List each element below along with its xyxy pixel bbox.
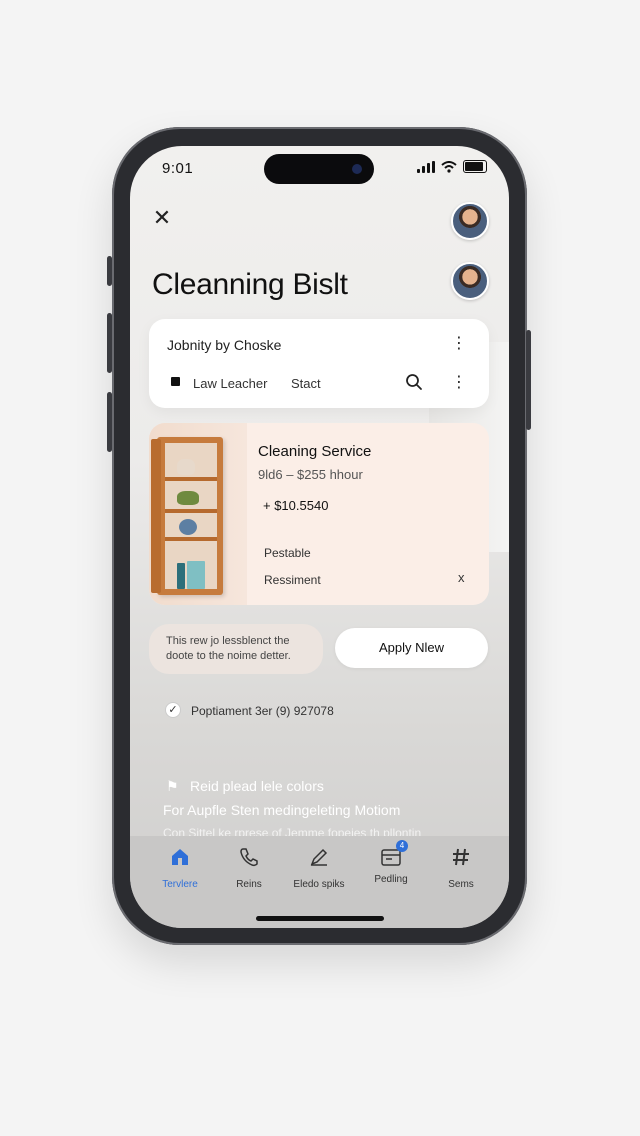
tab-home[interactable]: Tervlere bbox=[145, 846, 215, 890]
filter-square-icon bbox=[171, 377, 180, 386]
apply-now-button[interactable]: Apply Nlew bbox=[335, 628, 488, 668]
hash-icon bbox=[453, 848, 469, 866]
filter-more-icon[interactable]: ⋮ bbox=[451, 375, 467, 391]
signal-icon bbox=[417, 160, 435, 173]
info-note-line-1: This rew jo lessblenct the bbox=[166, 635, 290, 647]
promo-line-2: For Aupfle Sten medingeleting Motiom bbox=[163, 802, 401, 818]
info-note-line-2: doote to the noime detter. bbox=[166, 650, 291, 662]
service-title: Cleaning Service bbox=[258, 443, 372, 460]
silent-switch bbox=[107, 256, 112, 286]
status-time: 9:01 bbox=[162, 160, 194, 177]
tab-eledo-spiks[interactable]: Eledo spiks bbox=[284, 846, 354, 890]
home-indicator[interactable] bbox=[256, 916, 384, 921]
tab-reins[interactable]: Reins bbox=[214, 846, 284, 890]
close-icon[interactable]: ✕ bbox=[150, 206, 174, 230]
search-card: Jobnity by Choske ⋮ Law Leacher Stact ⋮ bbox=[149, 319, 489, 408]
avatar[interactable] bbox=[451, 202, 489, 240]
camera-icon bbox=[352, 164, 362, 174]
tab-label: Eledo spiks bbox=[293, 879, 345, 890]
wifi-icon bbox=[441, 160, 457, 173]
check-icon: ✓ bbox=[165, 702, 181, 718]
status-icons bbox=[417, 160, 487, 173]
tab-label: Reins bbox=[236, 879, 262, 890]
phone-icon bbox=[240, 848, 258, 867]
dismiss-icon[interactable]: x bbox=[458, 570, 465, 585]
search-card-title: Jobnity by Choske bbox=[167, 337, 282, 353]
info-note: This rew jo lessblenct the doote to the … bbox=[149, 624, 323, 674]
promo-line-1: Reid plead lele colors bbox=[190, 778, 324, 794]
service-detail-pestable: Pestable bbox=[264, 546, 311, 560]
tab-label: Pedling bbox=[374, 874, 408, 885]
service-rate: 9ld6 – $255 hhour bbox=[258, 467, 363, 482]
more-icon[interactable]: ⋮ bbox=[451, 336, 467, 352]
tab-label: Tervlere bbox=[162, 879, 198, 890]
service-price: + $10.5540 bbox=[263, 498, 329, 513]
volume-up-button bbox=[107, 313, 112, 373]
page-title: Cleanning Bislt bbox=[152, 268, 348, 301]
filter-stact[interactable]: Stact bbox=[291, 376, 321, 391]
tab-bar: Tervlere Reins Eledo spiks 4 Pedling Sem… bbox=[130, 836, 509, 928]
dynamic-island bbox=[264, 154, 374, 184]
confirmation-text: Poptiament 3er (9) 927078 bbox=[191, 704, 334, 718]
power-button bbox=[526, 330, 531, 430]
home-icon bbox=[172, 849, 188, 865]
tab-sems[interactable]: Sems bbox=[426, 846, 496, 890]
tab-label: Sems bbox=[448, 879, 474, 890]
filter-law-leacher[interactable]: Law Leacher bbox=[193, 376, 267, 391]
battery-icon bbox=[463, 160, 487, 173]
service-card[interactable]: Cleaning Service 9ld6 – $255 hhour + $10… bbox=[149, 423, 489, 605]
volume-down-button bbox=[107, 392, 112, 452]
calendar-icon-wrap: 4 bbox=[380, 840, 408, 868]
screen: 9:01 ✕ Cleanning Bislt Jobnity by Choske… bbox=[130, 146, 509, 928]
pen-icon bbox=[310, 848, 328, 866]
search-icon[interactable] bbox=[405, 373, 423, 391]
service-detail-ressiment: Ressiment bbox=[264, 573, 321, 587]
notification-badge: 4 bbox=[396, 840, 408, 852]
cabinet-image bbox=[149, 423, 247, 605]
flag-icon: ⚑ bbox=[166, 778, 179, 794]
avatar-secondary[interactable] bbox=[451, 262, 489, 300]
tab-pedling[interactable]: 4 Pedling bbox=[356, 840, 426, 885]
